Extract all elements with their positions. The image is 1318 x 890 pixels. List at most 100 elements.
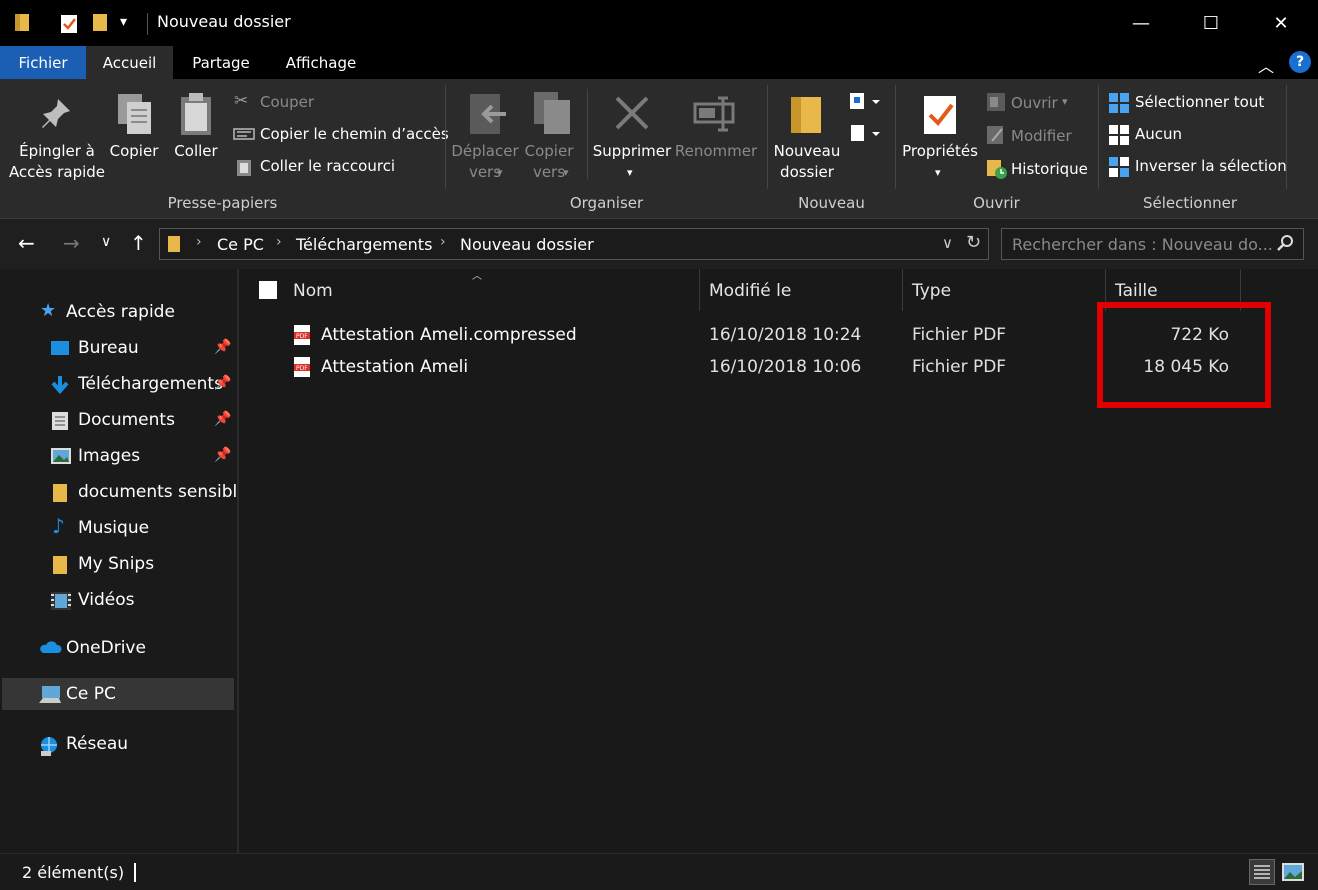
folder-icon [167, 235, 181, 257]
window-title: Nouveau dossier [157, 12, 291, 31]
tab-share[interactable]: Partage [180, 46, 262, 79]
pin-icon[interactable]: 📌 [214, 339, 231, 355]
select-none-button[interactable]: Aucun [1135, 125, 1182, 143]
move-to-dropdown-icon: ▾ [497, 166, 503, 179]
nav-item-my-snips[interactable]: My Snips [0, 548, 237, 580]
cut-button[interactable]: Couper [260, 93, 314, 111]
properties-quick-icon[interactable] [60, 12, 78, 38]
invert-selection-button[interactable]: Inverser la sélection [1135, 157, 1287, 175]
close-button[interactable]: ✕ [1246, 0, 1316, 46]
select-all-checkbox[interactable] [259, 281, 277, 299]
group-separator [445, 85, 446, 189]
nav-item-downloads[interactable]: Téléchargements 📌 [0, 368, 237, 400]
title-bar: ▾ Nouveau dossier — ☐ ✕ [0, 0, 1318, 46]
breadcrumb-separator-icon[interactable]: › [196, 234, 202, 250]
column-header-modified[interactable]: Modifié le [709, 281, 791, 301]
breadcrumb-this-pc[interactable]: Ce PC [217, 235, 264, 254]
rename-icon [693, 96, 739, 136]
select-all-button[interactable]: Sélectionner tout [1135, 93, 1264, 111]
pin-icon[interactable]: 📌 [214, 375, 231, 391]
paste-shortcut-button[interactable]: Coller le raccourci [260, 157, 395, 175]
details-view-icon[interactable] [1249, 859, 1275, 885]
nav-quick-access[interactable]: ★ Accès rapide [0, 296, 237, 328]
back-arrow-icon[interactable]: ← [18, 231, 35, 255]
column-divider[interactable] [699, 269, 700, 311]
pin-icon[interactable]: 📌 [214, 411, 231, 427]
paste-button[interactable]: Coller [168, 141, 224, 162]
nav-item-documents[interactable]: Documents 📌 [0, 404, 237, 436]
file-type: Fichier PDF [912, 325, 1007, 345]
table-row[interactable]: PDF Attestation Ameli 16/10/2018 10:06 F… [279, 353, 1239, 383]
help-button[interactable]: ? [1289, 51, 1311, 73]
nav-item-music[interactable]: ♪ Musique [0, 512, 237, 544]
delete-button[interactable]: Supprimer [592, 141, 672, 162]
easy-access-icon[interactable] [850, 123, 884, 147]
breadcrumb-downloads[interactable]: Téléchargements [296, 235, 432, 254]
group-organize-label: Organiser [569, 194, 644, 212]
copy-button[interactable]: Copier [104, 141, 164, 162]
breadcrumb-current-folder[interactable]: Nouveau dossier [460, 235, 594, 254]
size-highlight-box [1097, 302, 1271, 408]
paste-icon [178, 91, 214, 141]
refresh-icon[interactable]: ↻ [966, 232, 981, 253]
customize-dropdown-icon[interactable]: ▾ [120, 14, 127, 30]
column-divider[interactable] [902, 269, 903, 311]
column-header-type[interactable]: Type [912, 281, 951, 301]
nav-item-label: My Snips [78, 554, 155, 574]
search-icon[interactable] [1276, 234, 1294, 256]
address-dropdown-chevron-icon[interactable]: ∨ [942, 234, 953, 252]
large-icons-view-icon[interactable] [1281, 862, 1305, 886]
search-input[interactable]: Rechercher dans : Nouveau do... [1001, 228, 1304, 260]
history-button[interactable]: Historique [1011, 160, 1088, 178]
desktop-icon [50, 339, 70, 357]
breadcrumb-separator-icon[interactable]: › [440, 234, 446, 250]
nav-item-videos[interactable]: Vidéos [0, 584, 237, 616]
copy-to-label-line1: Copier [524, 142, 574, 160]
pin-icon[interactable]: 📌 [214, 447, 231, 463]
open-button[interactable]: Ouvrir [1011, 94, 1058, 112]
column-header-size[interactable]: Taille [1115, 281, 1158, 301]
tab-home[interactable]: Accueil [86, 46, 173, 79]
select-all-icon [1108, 92, 1130, 118]
nav-network-label: Réseau [66, 734, 129, 754]
invert-selection-icon [1108, 156, 1130, 182]
new-item-icon[interactable] [848, 91, 882, 115]
star-icon: ★ [40, 300, 57, 321]
tab-view[interactable]: Affichage [275, 46, 367, 79]
tab-file[interactable]: Fichier [0, 46, 86, 79]
pdf-file-icon: PDF [293, 324, 311, 350]
copy-to-icon [532, 90, 574, 140]
address-bar[interactable]: › Ce PC › Téléchargements › Nouveau doss… [159, 228, 989, 260]
cut-icon: ✂ [234, 91, 249, 111]
folder-icon[interactable] [14, 12, 30, 36]
nav-item-images[interactable]: Images 📌 [0, 440, 237, 472]
group-select-label: Sélectionner [1142, 194, 1238, 212]
column-header-name[interactable]: Nom [293, 281, 333, 301]
edit-button[interactable]: Modifier [1011, 127, 1072, 145]
forward-arrow-icon[interactable]: → [63, 231, 80, 255]
pdf-file-icon: PDF [293, 356, 311, 382]
rename-button[interactable]: Renommer [674, 141, 758, 162]
new-folder-quick-icon[interactable] [92, 12, 108, 36]
nav-item-desktop[interactable]: Bureau 📌 [0, 332, 237, 364]
nav-network[interactable]: Réseau [0, 728, 237, 760]
up-arrow-icon[interactable]: ↑ [130, 231, 147, 255]
nav-item-label: Bureau [78, 338, 139, 358]
nav-item-label: documents sensible [78, 482, 248, 502]
copy-path-button[interactable]: Copier le chemin d’accès [260, 125, 449, 143]
folder-icon [52, 555, 72, 574]
file-modified: 16/10/2018 10:06 [709, 357, 862, 377]
move-to-icon [468, 92, 508, 140]
recent-locations-chevron-icon[interactable]: ∨ [101, 234, 111, 250]
nav-item-sensitive-docs[interactable]: documents sensible [0, 476, 248, 508]
nav-this-pc[interactable]: Ce PC [2, 678, 234, 710]
properties-button[interactable]: Propriétés [898, 141, 982, 162]
breadcrumb-separator-icon[interactable]: › [276, 234, 282, 250]
table-row[interactable]: PDF Attestation Ameli.compressed 16/10/2… [279, 321, 1239, 351]
nav-onedrive[interactable]: OneDrive [0, 632, 237, 664]
open-dropdown-icon: ▾ [1062, 95, 1068, 108]
minimize-button[interactable]: — [1106, 0, 1176, 46]
move-to-label-line2: vers [468, 163, 502, 181]
collapse-ribbon-icon[interactable]: ︿ [1258, 53, 1274, 77]
maximize-button[interactable]: ☐ [1176, 0, 1246, 46]
